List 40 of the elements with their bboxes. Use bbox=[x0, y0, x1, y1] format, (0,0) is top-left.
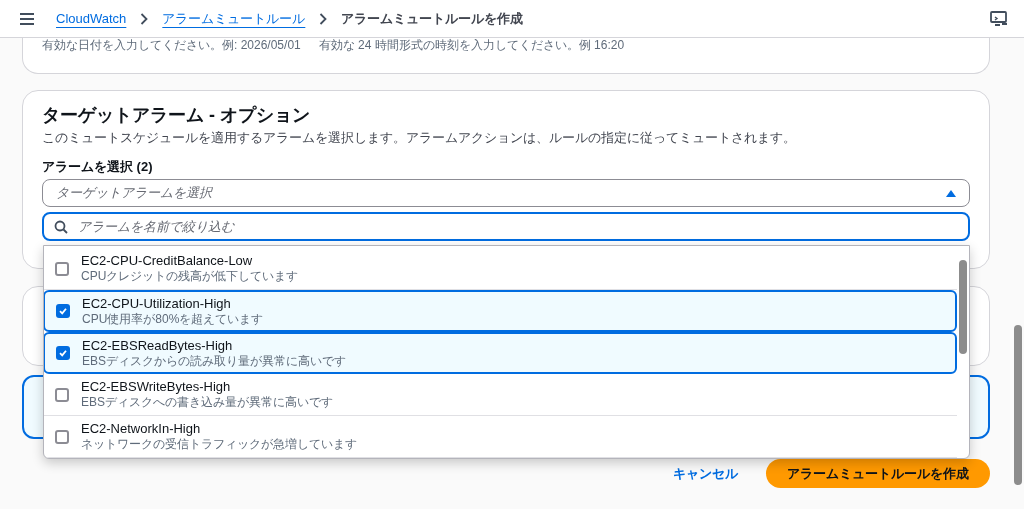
checkbox[interactable] bbox=[55, 387, 69, 402]
create-button[interactable]: アラームミュートルールを作成 bbox=[766, 459, 990, 488]
alarm-option[interactable]: EC2-CPU-Utilization-High CPU使用率が80%を超えています bbox=[44, 290, 957, 332]
alarm-option[interactable]: EC2-EBSWriteBytes-High EBSディスクへの書き込み量が異常に高いです bbox=[44, 374, 957, 416]
breadcrumb-link[interactable]: CloudWatch bbox=[56, 8, 127, 29]
checkbox[interactable] bbox=[56, 304, 70, 318]
cancel-button[interactable]: キャンセル bbox=[673, 463, 738, 484]
checkbox[interactable] bbox=[55, 261, 69, 276]
breadcrumb-link[interactable]: アラームミュートルール bbox=[162, 8, 306, 29]
alarm-select[interactable]: ターゲットアラームを選択 bbox=[42, 179, 970, 207]
alarm-name: EC2-CPU-Utilization-High bbox=[82, 295, 232, 312]
chevron-icon bbox=[319, 12, 328, 25]
alarm-description: ネットワークの受信トラフィックが急増しています bbox=[81, 437, 357, 452]
hint-text: 有効な日付を入力してください。例: 2026/05/01 bbox=[42, 38, 301, 52]
screen-icon[interactable] bbox=[990, 10, 1008, 27]
alarm-description: EBSディスクからの読み取り量が異常に高いです bbox=[82, 353, 346, 369]
alarm-description: EBSディスクへの書き込み量が異常に高いです bbox=[81, 395, 333, 410]
search-icon bbox=[54, 220, 68, 234]
checkbox[interactable] bbox=[55, 429, 69, 444]
checkbox[interactable] bbox=[56, 346, 70, 360]
check-icon bbox=[58, 306, 68, 316]
hint-text: 有効な 24 時間形式の時刻を入力してください。例 16:20 bbox=[318, 38, 625, 52]
list-scrollbar[interactable] bbox=[959, 260, 967, 354]
alarm-option[interactable]: EC2-EBSReadBytes-High EBSディスクからの読み取り量が異常に高いです bbox=[44, 332, 957, 374]
filter-field[interactable]: アラームを名前で絞り込む bbox=[42, 212, 970, 241]
check-icon bbox=[58, 348, 68, 358]
breadcrumb-current: アラームミュートルールを作成 bbox=[341, 9, 524, 28]
alarm-name: EC2-NetworkIn-High bbox=[81, 421, 202, 437]
alarm-name: EC2-EBSWriteBytes-High bbox=[81, 379, 232, 395]
section-title: ターゲットアラーム - オプション bbox=[42, 104, 311, 126]
alarm-description: CPU使用率が80%を超えています bbox=[82, 311, 264, 327]
page-scrollbar[interactable] bbox=[1014, 325, 1022, 485]
alarm-option[interactable]: EC2-NetworkIn-High ネットワークの受信トラフィックが急増しています bbox=[44, 416, 957, 458]
menu-icon[interactable] bbox=[20, 12, 34, 25]
alarm-name: EC2-CPU-CreditBalance-Low bbox=[81, 253, 254, 269]
chevron-icon bbox=[140, 12, 149, 25]
alarm-description: CPUクレジットの残高が低下しています bbox=[81, 269, 299, 284]
field-label: アラームを選択 (2) bbox=[42, 159, 154, 175]
alarm-name: EC2-EBSReadBytes-High bbox=[82, 337, 234, 354]
section-description: このミュートスケジュールを適用するアラームを選択します。アラームアクションは、ルールの指定に従ってミュートされます。 bbox=[42, 130, 797, 146]
